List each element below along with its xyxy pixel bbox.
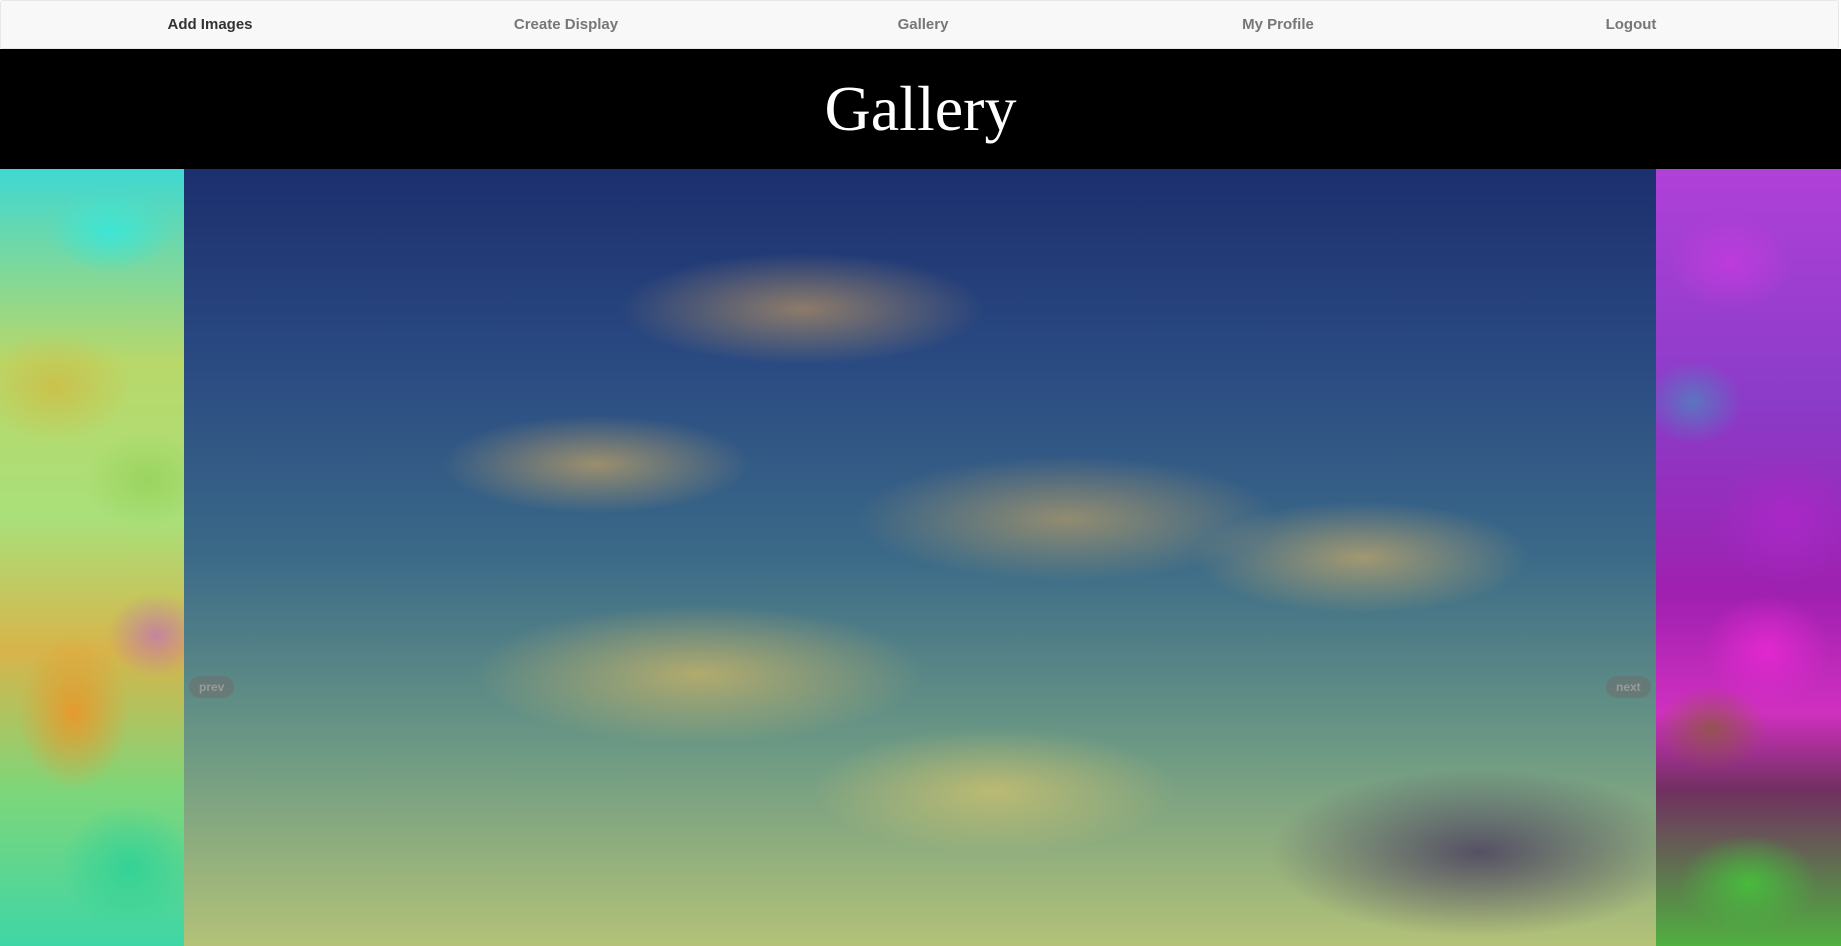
nav-gallery[interactable]: Gallery bbox=[898, 1, 949, 49]
current-gallery-image bbox=[184, 169, 1656, 946]
image-carousel: prev next bbox=[0, 169, 1841, 946]
prev-button[interactable]: prev bbox=[189, 676, 235, 698]
nav-add-images[interactable]: Add Images bbox=[167, 1, 252, 49]
next-button[interactable]: next bbox=[1606, 676, 1651, 698]
next-image-preview[interactable] bbox=[1656, 169, 1841, 946]
previous-image-preview[interactable] bbox=[0, 169, 184, 946]
page-title: Gallery bbox=[824, 73, 1017, 144]
nav-my-profile[interactable]: My Profile bbox=[1242, 1, 1314, 49]
page-header: Gallery bbox=[0, 49, 1841, 169]
nav-create-display[interactable]: Create Display bbox=[514, 1, 618, 49]
top-navbar: Add Images Create Display Gallery My Pro… bbox=[0, 0, 1839, 49]
nav-logout[interactable]: Logout bbox=[1606, 1, 1657, 49]
